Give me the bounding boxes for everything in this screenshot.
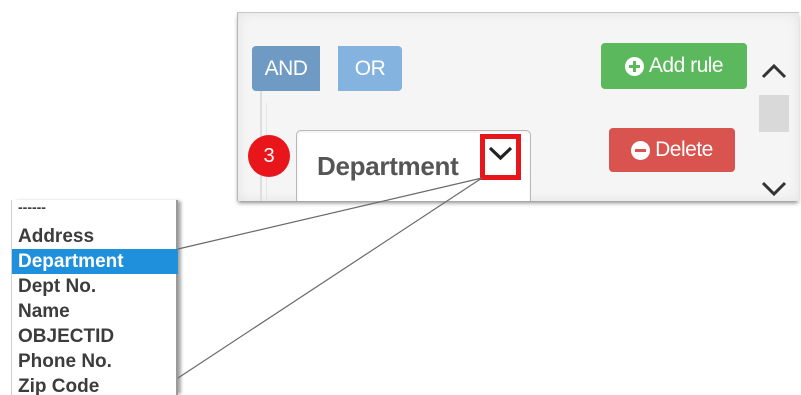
field-select-value: Department xyxy=(317,151,459,181)
chevron-down-icon[interactable] xyxy=(761,181,787,197)
add-rule-button[interactable]: Add rule xyxy=(601,43,747,89)
dropdown-toggle-highlight[interactable] xyxy=(480,134,521,180)
option-dept-no[interactable]: Dept No. xyxy=(12,274,178,299)
field-options-list: ------ Address Department Dept No. Name … xyxy=(11,200,178,395)
option-placeholder[interactable]: ------ xyxy=(12,200,178,224)
option-phone-no[interactable]: Phone No. xyxy=(12,349,178,374)
delete-rule-button[interactable]: Delete xyxy=(609,128,735,172)
field-select[interactable]: Department xyxy=(296,130,531,201)
chevron-down-icon xyxy=(488,146,513,161)
chevron-up-icon[interactable] xyxy=(761,63,787,79)
plus-circle-icon xyxy=(624,56,644,76)
option-name[interactable]: Name xyxy=(12,299,178,324)
or-button[interactable]: OR xyxy=(338,46,402,91)
and-button[interactable]: AND xyxy=(252,46,320,91)
query-builder-panel: AND OR Add rule 3 Department Delete xyxy=(237,12,799,201)
option-objectid[interactable]: OBJECTID xyxy=(12,324,178,349)
rule-number-badge: 3 xyxy=(248,135,290,177)
option-department[interactable]: Department xyxy=(12,249,178,274)
scrollbar-thumb[interactable] xyxy=(759,95,789,132)
option-zip-code[interactable]: Zip Code xyxy=(12,374,178,395)
minus-circle-icon xyxy=(631,140,651,160)
option-address[interactable]: Address xyxy=(12,224,178,249)
add-rule-label: Add rule xyxy=(648,54,724,77)
delete-rule-label: Delete xyxy=(655,138,713,161)
vertical-scrollbar[interactable] xyxy=(751,53,797,201)
